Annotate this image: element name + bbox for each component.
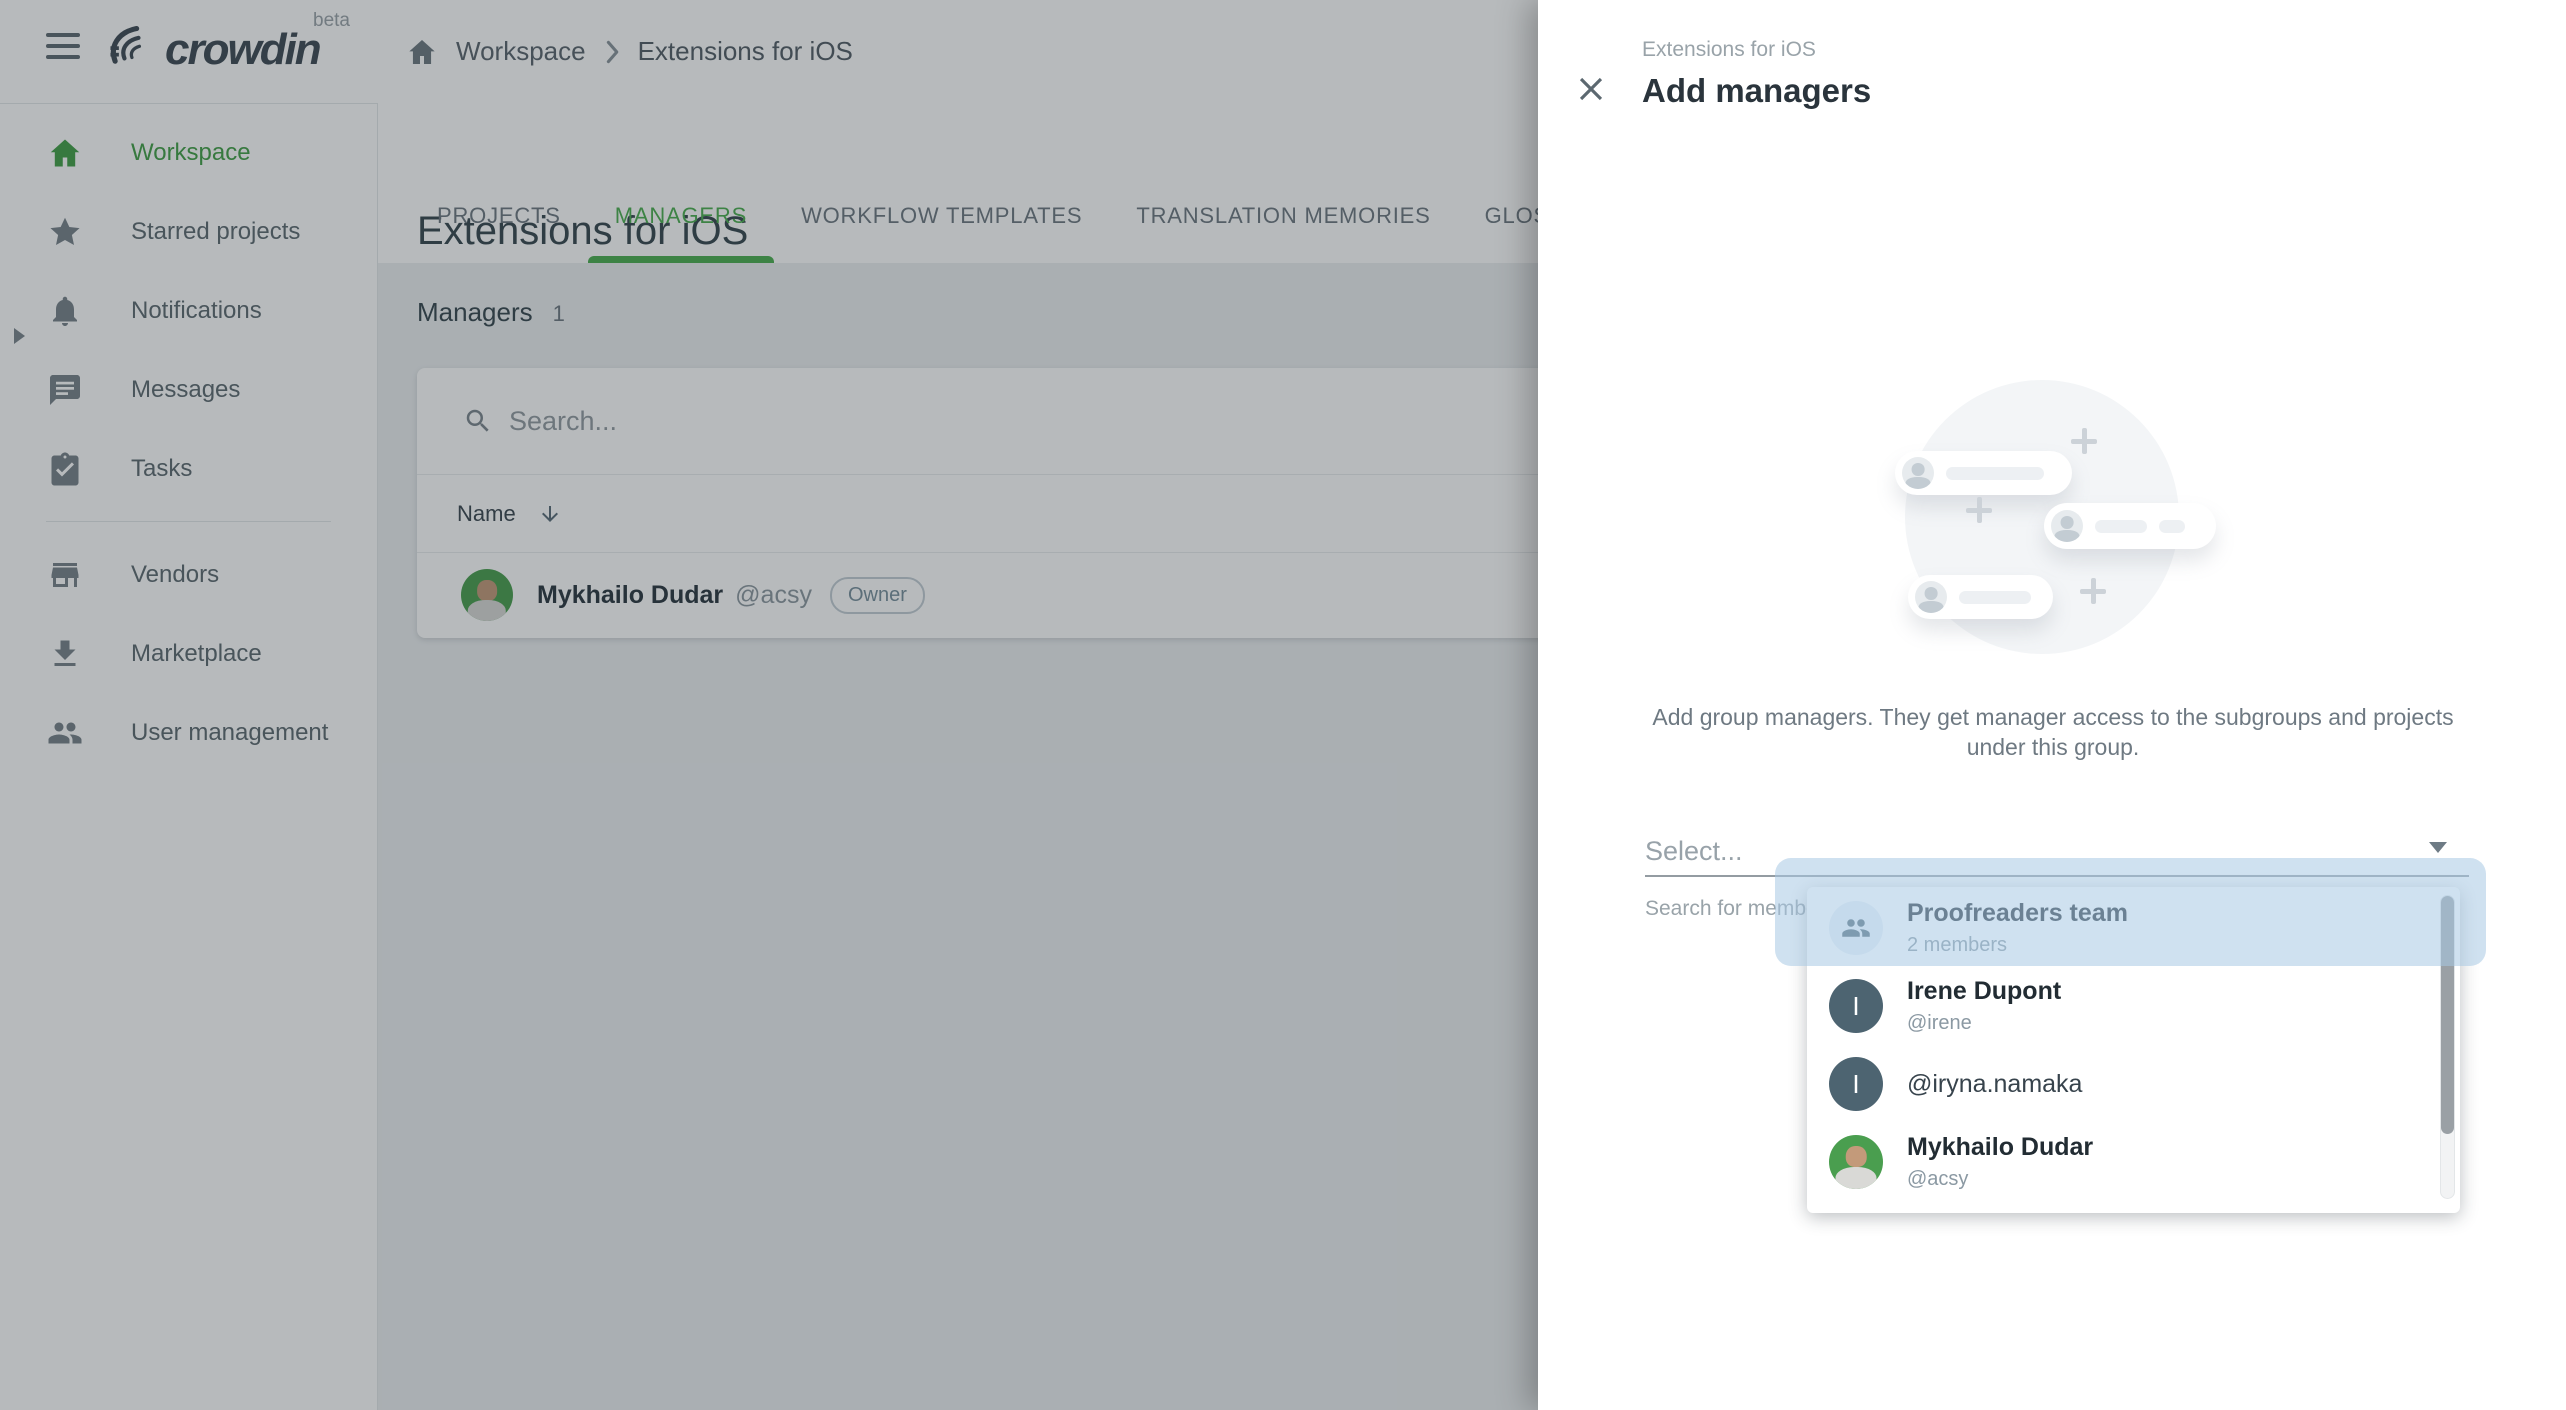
plus-icon: [2071, 428, 2097, 454]
illustration-bar: [2095, 520, 2147, 533]
drawer-context-label: Extensions for iOS: [1642, 38, 1816, 62]
illustration-bar: [1946, 467, 2044, 480]
option-title: Irene Dupont: [1907, 977, 2061, 1006]
illustration-user-pill: [1895, 451, 2072, 495]
illustration-user-pill: [2044, 503, 2216, 549]
option-subtitle: 2 members: [1907, 934, 2128, 957]
illustration-bar: [1959, 591, 2031, 604]
members-select[interactable]: Select...: [1645, 820, 2469, 878]
caret-down-icon: [2429, 842, 2447, 853]
avatar: [1829, 1135, 1883, 1189]
dropdown-option-irene-dupont[interactable]: I Irene Dupont @irene: [1807, 967, 2460, 1045]
illustration-user-pill: [1908, 575, 2053, 619]
person-icon: [1902, 457, 1934, 489]
person-icon: [1915, 581, 1947, 613]
letter-avatar: I: [1829, 979, 1883, 1033]
dropdown-option-iryna-namaka[interactable]: I @iryna.namaka: [1807, 1045, 2460, 1123]
option-title: Proofreaders team: [1907, 899, 2128, 928]
dropdown-option-mykhailo-dudar[interactable]: Mykhailo Dudar @acsy: [1807, 1123, 2460, 1201]
group-icon: [1829, 901, 1883, 955]
drawer-title: Add managers: [1642, 72, 1871, 110]
dropdown-option-proofreaders-team[interactable]: Proofreaders team 2 members: [1807, 889, 2460, 967]
select-placeholder: Select...: [1645, 836, 1743, 867]
add-managers-drawer: Extensions for iOS Add managers Add grou…: [1538, 0, 2566, 1410]
option-title: @iryna.namaka: [1907, 1070, 2082, 1099]
option-subtitle: @irene: [1907, 1012, 2061, 1035]
plus-icon: [1966, 497, 1992, 523]
select-underline: [1645, 875, 2469, 877]
option-subtitle: @acsy: [1907, 1168, 2093, 1191]
app-window: crowdin beta Workspace Extensions for iO…: [0, 0, 2566, 1410]
drawer-description: Add group managers. They get manager acc…: [1642, 702, 2464, 762]
plus-icon: [2080, 578, 2106, 604]
letter-avatar: I: [1829, 1057, 1883, 1111]
members-dropdown-menu: Proofreaders team 2 members I Irene Dupo…: [1807, 887, 2460, 1213]
close-icon[interactable]: [1572, 70, 1610, 108]
person-icon: [2051, 510, 2083, 542]
illustration-bar: [2159, 520, 2185, 533]
dropdown-scrollbar: [2440, 895, 2455, 1199]
scrollbar-thumb[interactable]: [2441, 896, 2454, 1134]
illustration-circle: [1905, 380, 2179, 654]
option-title: Mykhailo Dudar: [1907, 1133, 2093, 1162]
